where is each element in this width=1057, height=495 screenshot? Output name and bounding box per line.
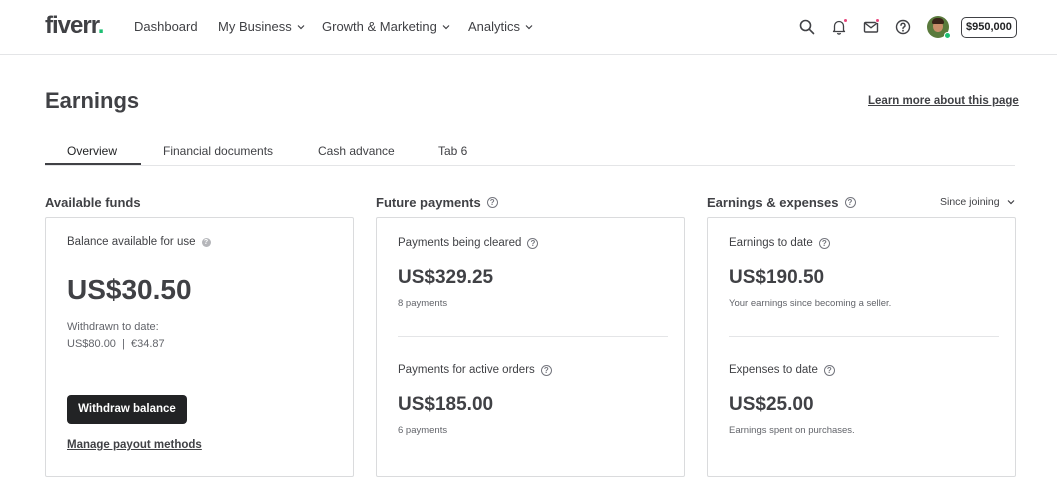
help-button[interactable] — [893, 17, 913, 37]
page-title: Earnings — [45, 88, 140, 113]
help-icon[interactable]: ? — [818, 237, 830, 249]
nav-my-business[interactable]: My Business — [218, 19, 305, 34]
withdrawn-value: US$80.00 | €34.87 — [67, 338, 165, 350]
future-payments-title: Future payments ? — [376, 195, 498, 210]
nav-dashboard-label: Dashboard — [134, 19, 198, 34]
expenses-to-date-label: Expenses to date ? — [729, 364, 835, 376]
expenses-to-date-amount: US$25.00 — [729, 394, 814, 415]
help-icon[interactable]: ? — [486, 197, 498, 208]
info-icon[interactable]: ? — [201, 237, 211, 247]
chevron-down-icon — [1007, 200, 1014, 205]
chevron-down-icon — [525, 24, 533, 29]
manage-payout-methods-link[interactable]: Manage payout methods — [67, 439, 202, 451]
earnings-expenses-card: Earnings to date ? US$190.50 Your earnin… — [707, 217, 1016, 477]
messages-button[interactable] — [861, 17, 881, 37]
chevron-down-icon — [442, 24, 450, 29]
help-icon — [895, 19, 911, 35]
payments-cleared-count: 8 payments — [398, 298, 448, 309]
earnings-description: Your earnings since becoming a seller. — [729, 298, 892, 309]
help-icon[interactable]: ? — [844, 197, 856, 208]
message-dot — [875, 18, 880, 23]
tab-cash-advance[interactable]: Cash advance — [318, 144, 395, 158]
active-orders-amount: US$185.00 — [398, 394, 494, 415]
help-icon[interactable]: ? — [823, 364, 835, 376]
notifications-button[interactable] — [829, 17, 849, 37]
period-filter-dropdown[interactable]: Since joining — [940, 196, 1015, 208]
nav-analytics-label: Analytics — [468, 19, 521, 34]
withdrawn-label: Withdrawn to date: — [67, 321, 159, 333]
available-balance: US$30.50 — [67, 274, 192, 305]
nav-my-business-label: My Business — [218, 19, 292, 34]
available-funds-card: Balance available for use ? US$30.50 Wit… — [45, 217, 354, 477]
learn-more-link[interactable]: Learn more about this page — [868, 95, 1019, 107]
nav-growth-marketing[interactable]: Growth & Marketing — [322, 19, 450, 34]
search-icon — [799, 19, 815, 35]
tab-6[interactable]: Tab 6 — [438, 144, 467, 158]
expenses-description: Earnings spent on purchases. — [729, 425, 855, 436]
active-tab-indicator — [45, 163, 141, 165]
future-payments-card: Payments being cleared ? US$329.25 8 pay… — [376, 217, 685, 477]
tab-overview[interactable]: Overview — [67, 144, 117, 158]
divider — [729, 336, 999, 337]
available-funds-title: Available funds — [45, 195, 141, 210]
help-icon[interactable]: ? — [540, 364, 552, 376]
payments-cleared-label: Payments being cleared ? — [398, 237, 539, 249]
nav-growth-marketing-label: Growth & Marketing — [322, 19, 437, 34]
chevron-down-icon — [297, 24, 305, 29]
help-icon[interactable]: ? — [527, 237, 539, 249]
earnings-to-date-amount: US$190.50 — [729, 267, 825, 288]
tab-bar: Overview Financial documents Cash advanc… — [45, 137, 1015, 166]
earnings-to-date-label: Earnings to date ? — [729, 237, 830, 249]
withdraw-balance-button[interactable]: Withdraw balance — [67, 395, 187, 424]
nav-dashboard[interactable]: Dashboard — [134, 19, 198, 34]
search-button[interactable] — [797, 17, 817, 37]
notification-dot — [843, 18, 848, 23]
earnings-expenses-title: Earnings & expenses ? — [707, 195, 856, 210]
tab-financial-documents[interactable]: Financial documents — [163, 144, 273, 158]
fiverr-logo[interactable]: fiverr. — [45, 12, 104, 40]
top-navigation-bar: fiverr. Dashboard My Business Growth & M… — [0, 0, 1057, 55]
active-orders-count: 6 payments — [398, 425, 448, 436]
balance-badge[interactable]: $950,000 — [961, 17, 1017, 38]
payments-cleared-amount: US$329.25 — [398, 267, 494, 288]
period-filter-label: Since joining — [940, 196, 1000, 208]
online-status-dot — [944, 32, 951, 39]
active-orders-label: Payments for active orders ? — [398, 364, 552, 376]
nav-analytics[interactable]: Analytics — [468, 19, 533, 34]
balance-label: Balance available for use ? — [67, 236, 211, 248]
divider — [398, 336, 668, 337]
